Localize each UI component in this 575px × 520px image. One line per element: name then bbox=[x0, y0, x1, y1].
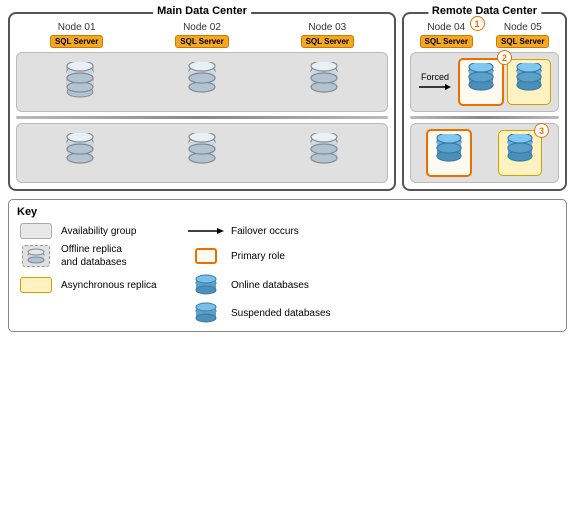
node-03-label: Node 03 bbox=[308, 22, 346, 33]
suspended-db-legend-icon bbox=[192, 301, 220, 325]
node-01-label: Node 01 bbox=[58, 22, 96, 33]
diagram-container: Main Data Center Node 01 SQL Server Node… bbox=[0, 0, 575, 338]
badge-2: 2 bbox=[497, 50, 512, 65]
li-icon-suspended-db bbox=[187, 301, 225, 325]
forced-arrow-svg bbox=[419, 82, 451, 92]
legend-failover: Failover occurs bbox=[187, 223, 558, 239]
primary-node04-row2 bbox=[415, 129, 483, 177]
main-row2-cell1 bbox=[21, 133, 140, 173]
li-text-online-db: Online databases bbox=[231, 279, 309, 292]
ag-row-1-main bbox=[16, 52, 388, 112]
legend-empty bbox=[17, 301, 177, 325]
async-shape bbox=[20, 277, 52, 293]
primary-node04-cell: 2 bbox=[458, 58, 504, 106]
sql-badge-01: SQL Server bbox=[50, 35, 103, 48]
legend-grid: Availability group Failover occurs bbox=[17, 223, 558, 325]
async-db-box bbox=[507, 59, 551, 105]
online-db-legend-icon bbox=[192, 273, 220, 297]
remote-content-rows: Forced bbox=[410, 52, 559, 183]
li-icon-offline bbox=[17, 245, 55, 267]
online-db-icon-r2-n05 bbox=[502, 134, 538, 172]
node-04-label: Node 04 bbox=[427, 22, 465, 33]
online-db-icon-r2-n04 bbox=[431, 134, 467, 172]
node-header-05: Node 05 SQL Server bbox=[487, 22, 560, 48]
node-05-label: Node 05 bbox=[504, 22, 542, 33]
main-row1-cell2 bbox=[143, 62, 262, 102]
async-node05-row2: 3 bbox=[486, 130, 554, 176]
legend-primary-role: Primary role bbox=[187, 243, 558, 269]
li-text-primary: Primary role bbox=[231, 250, 285, 263]
primary-shape bbox=[195, 248, 217, 264]
offline-db-icon-6 bbox=[305, 133, 343, 173]
arrow-shape bbox=[188, 225, 224, 237]
main-row1-cell3 bbox=[264, 62, 383, 102]
remote-ag-row1: Forced bbox=[410, 52, 559, 112]
main-data-center: Main Data Center Node 01 SQL Server Node… bbox=[8, 12, 396, 191]
offline-shape bbox=[22, 245, 50, 267]
li-text-offline: Offline replicaand databases bbox=[61, 243, 127, 269]
li-text-failover: Failover occurs bbox=[231, 225, 299, 238]
remote-headers-row: Node 04 SQL Server 1 Node 05 SQL Server bbox=[410, 22, 559, 48]
offline-db-icon-2 bbox=[183, 62, 221, 102]
legend-title: Key bbox=[17, 206, 558, 218]
offline-db-icon-3 bbox=[305, 62, 343, 102]
node-header-04: Node 04 SQL Server 1 bbox=[410, 22, 483, 48]
li-text-async: Asynchronous replica bbox=[61, 279, 157, 292]
li-text-suspended-db: Suspended databases bbox=[231, 307, 331, 320]
arrow-icon bbox=[188, 225, 224, 237]
li-icon-async bbox=[17, 277, 55, 293]
online-db-icon-node04 bbox=[463, 63, 499, 101]
li-icon-online-db bbox=[187, 273, 225, 297]
offline-db-legend-icon bbox=[26, 247, 46, 265]
legend-suspended-db: Suspended databases bbox=[187, 301, 558, 325]
sql-badge-05: SQL Server bbox=[496, 35, 549, 48]
sql-badge-03: SQL Server bbox=[301, 35, 354, 48]
primary-db-box bbox=[458, 58, 504, 106]
row-divider bbox=[16, 116, 388, 119]
remote-row-divider bbox=[410, 116, 559, 119]
li-text-ag: Availability group bbox=[61, 225, 136, 238]
offline-db-icon-4 bbox=[61, 133, 99, 173]
forced-arrow: Forced bbox=[415, 72, 455, 92]
li-icon-arrow bbox=[187, 225, 225, 237]
node-header-01: Node 01 SQL Server bbox=[16, 22, 137, 48]
legend-online-db: Online databases bbox=[187, 273, 558, 297]
async-node05-cell bbox=[507, 59, 551, 105]
remote-row2: 3 bbox=[410, 123, 559, 183]
main-row2-cell3 bbox=[264, 133, 383, 173]
main-row1-cell1 bbox=[21, 62, 140, 102]
primary-db-box-2 bbox=[426, 129, 472, 177]
legend-async-replica: Asynchronous replica bbox=[17, 273, 177, 297]
remote-data-center: Remote Data Center Node 04 SQL Server 1 … bbox=[402, 12, 567, 191]
remote-ag-row2: 3 bbox=[410, 123, 559, 183]
node-02-label: Node 02 bbox=[183, 22, 221, 33]
forced-label: Forced bbox=[421, 72, 449, 82]
main-content-rows bbox=[16, 52, 388, 183]
async-db-box-2: 3 bbox=[498, 130, 542, 176]
offline-db-icon-5 bbox=[183, 133, 221, 173]
li-icon-primary bbox=[187, 248, 225, 264]
main-row2-cell2 bbox=[143, 133, 262, 173]
main-dc-title: Main Data Center bbox=[153, 5, 251, 17]
offline-db-icon-1 bbox=[61, 62, 99, 102]
li-icon-ag bbox=[17, 223, 55, 239]
remote-row1: Forced bbox=[410, 52, 559, 112]
main-layout: Main Data Center Node 01 SQL Server Node… bbox=[0, 0, 575, 195]
main-headers-row: Node 01 SQL Server Node 02 SQL Server No… bbox=[16, 22, 388, 48]
legend-offline-replica: Offline replicaand databases bbox=[17, 243, 177, 269]
sql-badge-02: SQL Server bbox=[175, 35, 228, 48]
online-db-icon-node05 bbox=[511, 63, 547, 101]
node-header-02: Node 02 SQL Server bbox=[141, 22, 262, 48]
node-header-03: Node 03 SQL Server bbox=[267, 22, 388, 48]
ag-row-2-main bbox=[16, 123, 388, 183]
availability-group-shape bbox=[20, 223, 52, 239]
sql-badge-04: SQL Server bbox=[420, 35, 473, 48]
badge-3: 3 bbox=[534, 123, 549, 138]
legend: Key Availability group Failover bbox=[8, 199, 567, 332]
legend-availability-group: Availability group bbox=[17, 223, 177, 239]
remote-dc-title: Remote Data Center bbox=[428, 5, 541, 17]
badge-1: 1 bbox=[470, 16, 485, 31]
